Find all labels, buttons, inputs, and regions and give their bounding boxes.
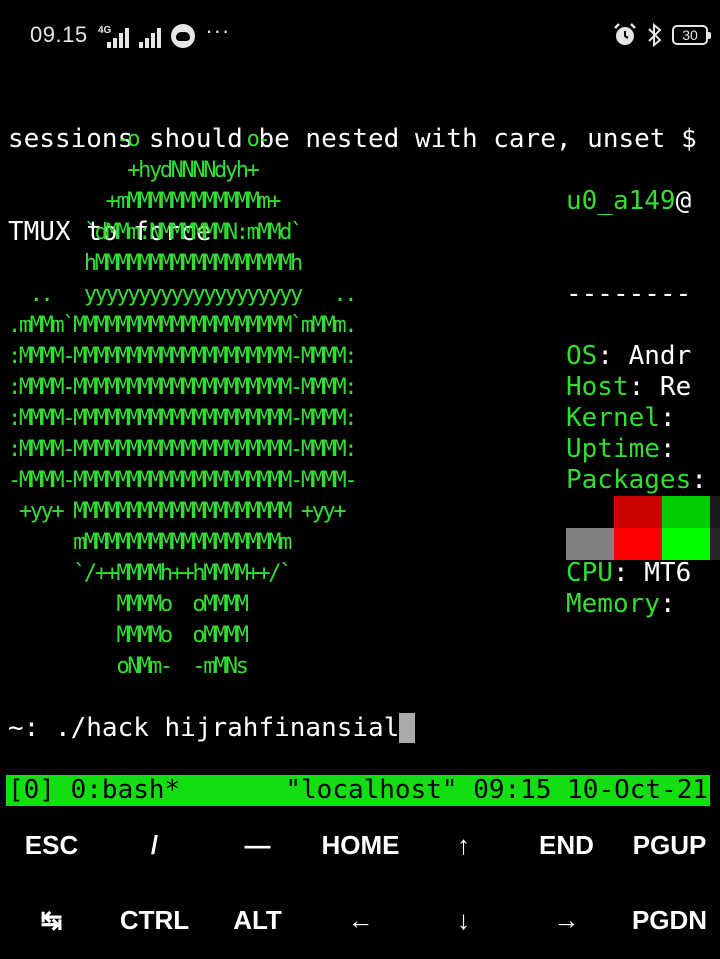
ascii-art-line: :MMMM-MMMMMMMMMMMMMMMMMMMM-MMMM:: [8, 375, 357, 400]
status-time: 09.15: [30, 22, 88, 47]
ascii-art-line: `dMMm:NMMMMMMN:mMMd`: [8, 220, 303, 245]
info-row: Host: Re: [566, 372, 707, 403]
discord-icon: [171, 24, 196, 48]
tmux-window-list[interactable]: [0] 0:bash*: [8, 775, 180, 806]
ascii-art-line: +hydNNNNdyh+: [8, 158, 260, 183]
info-label: Packages: [566, 465, 692, 495]
color-swatch: [566, 528, 614, 560]
info-colon: :: [659, 434, 676, 464]
color-swatch: [614, 496, 662, 528]
key-alt[interactable]: ALT: [206, 883, 309, 958]
info-user: u0_a149: [566, 186, 676, 216]
ascii-art-line: .mMMm`MMMMMMMMMMMMMMMMMMMM`mMMm.: [8, 313, 357, 338]
color-swatch: [662, 528, 710, 560]
signal-strength-2-icon: [139, 28, 162, 48]
color-swatch: [662, 496, 710, 528]
key-dash[interactable]: —: [206, 808, 309, 883]
info-row: Uptime:: [566, 434, 707, 465]
key-left-arrow[interactable]: ←: [309, 883, 412, 958]
key-slash[interactable]: /: [103, 808, 206, 883]
info-at: @: [675, 186, 692, 216]
text-cursor: [399, 713, 416, 743]
ascii-art-line: hMMMMMMMMMMMMMMMMMMh: [8, 251, 303, 276]
color-swatch: [710, 496, 720, 528]
status-right-icons: 30: [612, 20, 711, 50]
ascii-art-line: MMMMo oMMMM: [8, 623, 249, 648]
info-value: MT6: [628, 558, 692, 588]
info-label: Host: [566, 372, 629, 402]
key-tab[interactable]: ↹: [0, 883, 103, 958]
info-row: Kernel:: [566, 403, 707, 434]
ascii-art-line: MMMMo oMMMM: [8, 592, 249, 617]
alarm-icon: [614, 23, 636, 45]
info-label: Memory: [566, 589, 660, 619]
bluetooth-icon: [648, 22, 662, 48]
key-end[interactable]: END: [515, 808, 618, 883]
info-row: CPU: MT6: [566, 558, 707, 589]
ascii-art-line: mMMMMMMMMMMMMMMMMMMm: [8, 530, 292, 555]
info-colon: :: [612, 558, 629, 588]
info-row: Packages:: [566, 465, 707, 496]
ascii-art-line: +mMMMMMMMMMMMMm+: [8, 189, 282, 214]
ascii-art-line: :MMMM-MMMMMMMMMMMMMMMMMMMM-MMMM:: [8, 344, 357, 369]
command-prompt[interactable]: ~: ./hack hijrahfinansial: [8, 713, 416, 744]
tmux-host-time: "localhost" 09:15 10-Oct-21: [285, 775, 708, 805]
color-swatch: [566, 496, 614, 528]
key-pgup[interactable]: PGUP: [618, 808, 720, 883]
ascii-art-line: .. yyyyyyyyyyyyyyyyyyyy ..: [8, 282, 358, 307]
ascii-art-line: +yy+ MMMMMMMMMMMMMMMMMMMM +yy+: [8, 499, 347, 524]
color-palette: [566, 496, 720, 560]
info-row: OS: Andr: [566, 341, 707, 372]
key-pgdn[interactable]: PGDN: [618, 883, 720, 958]
info-colon: :: [628, 372, 645, 402]
battery-icon: 30: [672, 25, 711, 45]
more-notifications-icon: ···: [205, 18, 231, 43]
tmux-status-bar: [0] 0:bash* "localhost" 09:15 10-Oct-21: [6, 775, 710, 806]
info-colon: :: [691, 465, 707, 495]
info-value: Andr: [612, 341, 692, 371]
info-colon: :: [659, 403, 676, 433]
prompt-text: ~: ./hack hijrahfinansial: [8, 713, 400, 743]
key-home[interactable]: HOME: [309, 808, 412, 883]
info-value: Re: [644, 372, 692, 402]
battery-level: 30: [682, 27, 698, 43]
ascii-art-line: oNMm- -mMNs: [8, 654, 249, 679]
ascii-art-line: :MMMM-MMMMMMMMMMMMMMMMMMMM-MMMM:: [8, 406, 357, 431]
info-label: Uptime: [566, 434, 660, 464]
key-down-arrow[interactable]: ↓: [412, 883, 515, 958]
key-up-arrow[interactable]: ↑: [412, 808, 515, 883]
info-separator: --------: [566, 279, 692, 309]
status-left-icons: 4G ···: [98, 18, 231, 48]
info-colon: :: [597, 341, 613, 371]
info-label: Kernel: [566, 403, 660, 433]
ascii-art-line: :MMMM-MMMMMMMMMMMMMMMMMMMM-MMMM:: [8, 437, 357, 462]
status-bar: 09.15 4G ··· 30: [0, 0, 720, 64]
key-ctrl[interactable]: CTRL: [103, 883, 206, 958]
key-right-arrow[interactable]: →: [515, 883, 618, 958]
info-label: CPU: [566, 558, 613, 588]
ascii-art-line: -o o-: [8, 127, 270, 152]
info-label: OS: [566, 341, 598, 371]
color-swatch: [614, 528, 662, 560]
info-row: Memory:: [566, 589, 707, 620]
extra-keys-bar: ESC / — HOME ↑ END PGUP ↹ CTRL ALT ← ↓ → PGDN: [0, 808, 720, 959]
info-colon: :: [659, 589, 676, 619]
key-esc[interactable]: ESC: [0, 808, 103, 883]
ascii-art-line: `/++MMMMh++hMMMM++/`: [8, 561, 292, 586]
ascii-art-line: -MMMM-MMMMMMMMMMMMMMMMMMMM-MMMM-: [8, 468, 357, 493]
ascii-android-logo: -o o- +hydNNNNdyh+ +mMMMMMMMMMMMMm+ `dMM…: [8, 124, 358, 682]
color-swatch: [710, 528, 720, 560]
network-type-label: 4G: [98, 25, 112, 36]
